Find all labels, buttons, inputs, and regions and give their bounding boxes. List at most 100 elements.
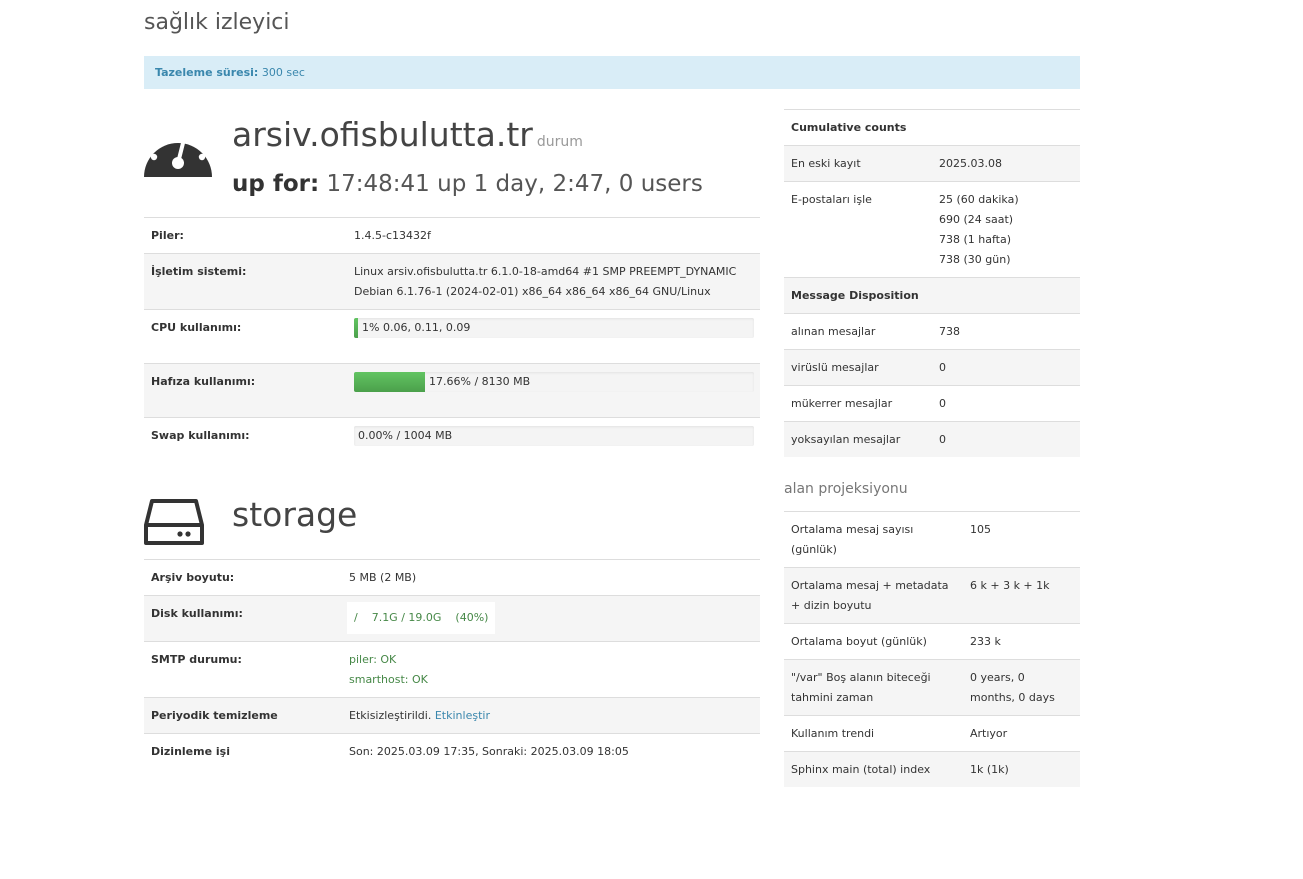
smtp-status-cell: piler: OK smarthost: OK [342,641,760,698]
table-row: Periyodik temizleme Etkisizleştirildi. E… [144,697,760,734]
os-label: İşletim sistemi: [144,253,347,310]
disk-usage-value: / 7.1G / 19.0G (40%) [347,602,496,634]
swap-progress-bar: 0.00% / 1004 MB [354,426,754,446]
status-suffix: durum [536,134,583,150]
refresh-info-bar: Tazeleme süresi: 300 sec [144,56,1080,89]
virus-messages-value: 0 [932,349,1080,386]
projection-label: "/var" Boş alanın biteceği tahmini zaman [784,659,963,716]
projection-label: Ortalama mesaj sayısı (günlük) [784,511,963,568]
os-line: Linux arsiv.ofisbulutta.tr 6.1.0-18-amd6… [354,265,737,278]
processed-emails-label: E-postaları işle [784,181,932,278]
ignored-messages-label: yoksayılan mesajlar [784,421,932,457]
refresh-label: Tazeleme süresi: [155,66,259,79]
received-messages-value: 738 [932,313,1080,350]
indexing-job-value: Son: 2025.03.09 17:35, Sonraki: 2025.03.… [342,733,760,769]
archive-size-value: 5 MB (2 MB) [342,559,760,596]
periodic-purge-label: Periyodik temizleme [144,697,342,734]
projection-label: Sphinx main (total) index [784,751,963,787]
table-row: CPU kullanımı: 1% 0.06, 0.11, 0.09 [144,309,760,364]
cumulative-counts-table: Cumulative counts En eski kayıt 2025.03.… [784,109,1080,457]
piler-label: Piler: [144,217,347,254]
uptime-value: 17:48:41 up 1 day, 2:47, 0 users [326,171,703,197]
memory-progress-text: 17.66% / 8130 MB [429,375,531,388]
swap-cell: 0.00% / 1004 MB [347,417,760,453]
table-row: "/var" Boş alanın biteceği tahmini zaman… [784,659,1080,716]
smtp-status-label: SMTP durumu: [144,641,342,698]
oldest-record-value: 2025.03.08 [932,145,1080,182]
projection-value: 105 [963,511,1080,568]
archive-size-label: Arşiv boyutu: [144,559,342,596]
projection-value: 233 k [963,623,1080,660]
received-messages-label: alınan mesajlar [784,313,932,350]
processed-count: 25 (60 dakika) [939,193,1019,206]
table-row: Swap kullanımı: 0.00% / 1004 MB [144,417,760,453]
disk-usage-cell: / 7.1G / 19.0G (40%) [342,595,760,642]
storage-title: storage [232,495,358,534]
periodic-purge-cell: Etkisizleştirildi. Etkinleştir [342,697,760,734]
system-status-table: Piler: 1.4.5-c13432f İşletim sistemi: Li… [144,217,760,453]
space-projection-table: Ortalama mesaj sayısı (günlük) 105 Ortal… [784,511,1080,787]
os-line: Debian 6.1.76-1 (2024-02-01) x86_64 x86_… [354,285,711,298]
memory-cell: 17.66% / 8130 MB [347,363,760,418]
message-disposition-header: Message Disposition [784,277,1080,314]
swap-progress-text: 0.00% / 1004 MB [358,429,453,442]
processed-count: 738 (1 hafta) [939,233,1012,246]
right-column: Cumulative counts En eski kayıt 2025.03.… [784,109,1080,787]
table-row: Ortalama mesaj + metadata + dizin boyutu… [784,567,1080,624]
table-row: Piler: 1.4.5-c13432f [144,217,760,254]
uptime-label: up for: [232,171,320,197]
indexing-job-label: Dizinleme işi [144,733,342,769]
table-row: Sphinx main (total) index 1k (1k) [784,751,1080,787]
table-row: alınan mesajlar 738 [784,313,1080,350]
projection-value: 6 k + 3 k + 1k [963,567,1080,624]
smtp-status-piler: piler: OK [349,653,397,666]
hard-drive-icon [144,499,204,545]
storage-table: Arşiv boyutu: 5 MB (2 MB) Disk kullanımı… [144,559,760,769]
table-row: Arşiv boyutu: 5 MB (2 MB) [144,559,760,596]
table-row: İşletim sistemi: Linux arsiv.ofisbulutta… [144,253,760,310]
status-header: arsiv.ofisbulutta.tr durum up for: 17:48:… [144,109,760,217]
oldest-record-label: En eski kayıt [784,145,932,182]
page-title: sağlık izleyici [144,10,290,35]
smtp-status-smarthost: smarthost: OK [349,673,428,686]
table-row: mükerrer mesajlar 0 [784,385,1080,422]
cpu-cell: 1% 0.06, 0.11, 0.09 [347,309,760,364]
cpu-progress-fill [354,318,358,338]
projection-value: 1k (1k) [963,751,1080,787]
processed-count: 738 (30 gün) [939,253,1011,266]
uptime-line: up for: 17:48:41 up 1 day, 2:47, 0 users [232,167,703,201]
projection-label: Ortalama boyut (günlük) [784,623,963,660]
table-row: yoksayılan mesajlar 0 [784,421,1080,457]
hostname-heading: arsiv.ofisbulutta.tr durum [232,113,583,164]
swap-label: Swap kullanımı: [144,417,347,453]
memory-progress-fill [354,372,425,392]
table-row: Hafıza kullanımı: 17.66% / 8130 MB [144,363,760,418]
projection-value: Artıyor [963,715,1080,752]
projection-label: Ortalama mesaj + metadata + dizin boyutu [784,567,963,624]
table-row: virüslü mesajlar 0 [784,349,1080,386]
duplicate-messages-label: mükerrer mesajlar [784,385,932,422]
ignored-messages-value: 0 [932,421,1080,457]
table-row: Cumulative counts [784,109,1080,146]
refresh-value: 300 sec [261,66,305,79]
processed-emails-values: 25 (60 dakika) 690 (24 saat) 738 (1 haft… [932,181,1080,278]
memory-label: Hafıza kullanımı: [144,363,347,418]
cpu-label: CPU kullanımı: [144,309,347,364]
table-row: Ortalama boyut (günlük) 233 k [784,623,1080,660]
projection-label: Kullanım trendi [784,715,963,752]
cpu-progress-text: 1% 0.06, 0.11, 0.09 [362,321,471,334]
dashboard-gauge-icon [144,133,212,177]
left-column: arsiv.ofisbulutta.tr durum up for: 17:48:… [144,109,760,769]
disk-usage-label: Disk kullanımı: [144,595,342,642]
table-row: Kullanım trendi Artıyor [784,715,1080,752]
projection-value: 0 years, 0 months, 0 days [963,659,1080,716]
processed-count: 690 (24 saat) [939,213,1014,226]
table-row: En eski kayıt 2025.03.08 [784,145,1080,182]
duplicate-messages-value: 0 [932,385,1080,422]
space-projection-title: alan projeksiyonu [784,481,908,497]
storage-header: storage [144,453,760,561]
enable-purge-link[interactable]: Etkinleştir [435,709,490,722]
table-row: Ortalama mesaj sayısı (günlük) 105 [784,511,1080,568]
table-row: Dizinleme işi Son: 2025.03.09 17:35, Son… [144,733,760,769]
table-row: Disk kullanımı: / 7.1G / 19.0G (40%) [144,595,760,642]
